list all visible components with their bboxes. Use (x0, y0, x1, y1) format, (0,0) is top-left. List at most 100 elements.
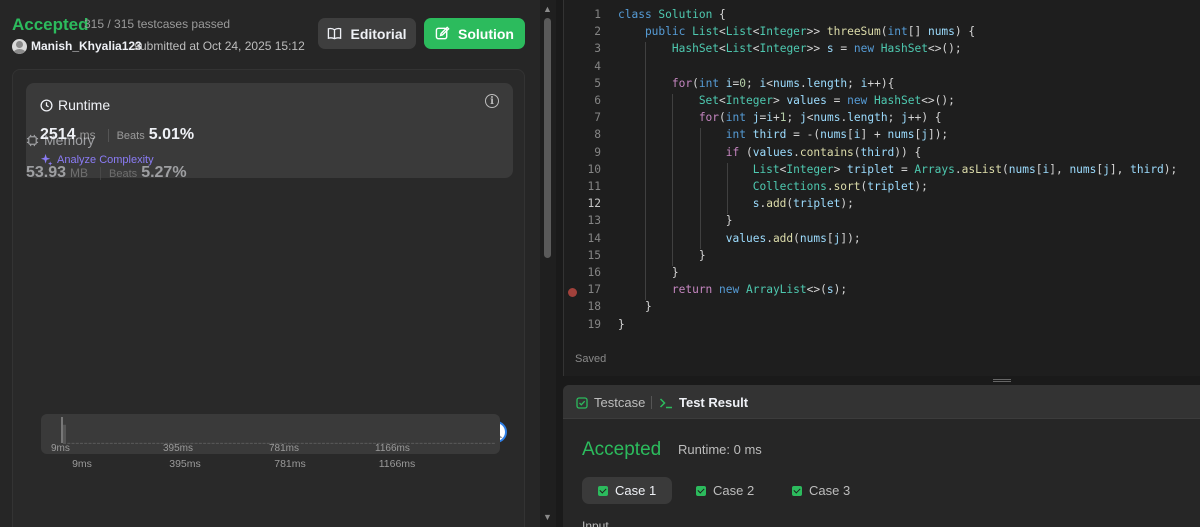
left-scrollbar[interactable]: ▲ ▼ (540, 0, 556, 527)
code-line[interactable]: 2 public List<List<Integer>> threeSum(in… (564, 25, 1200, 42)
panel-splitter[interactable] (563, 376, 1200, 385)
line-number: 2 (594, 25, 601, 39)
breakpoint-icon[interactable] (568, 288, 577, 297)
thumb-bar (347, 442, 351, 444)
tab-testcase[interactable]: Testcase (576, 395, 645, 410)
editorial-button[interactable]: Editorial (318, 18, 416, 49)
thumb-bar (432, 442, 436, 444)
slider-handle (61, 417, 63, 443)
thumb-x-tick-label: 1166ms (375, 443, 410, 454)
code-text: class Solution { (618, 8, 726, 21)
code-line[interactable]: 14 values.add(nums[j]); (564, 232, 1200, 249)
thumb-bar (423, 442, 427, 444)
code-line[interactable]: 4 (564, 60, 1200, 77)
tab-divider (651, 396, 652, 409)
scroll-down-icon[interactable]: ▼ (543, 512, 552, 522)
thumb-bar (338, 442, 342, 444)
x-tick-label: 781ms (274, 458, 306, 470)
x-tick-label: 1166ms (379, 458, 416, 470)
thumb-x-tick-label: 395ms (163, 443, 193, 454)
line-number: 19 (587, 317, 601, 331)
code-line[interactable]: 13 } (564, 214, 1200, 231)
thumb-bar (194, 442, 198, 444)
indent-guide (672, 94, 673, 266)
username-link[interactable]: Manish_Khyalia123 (31, 39, 142, 53)
thumb-bar (135, 442, 139, 444)
code-line[interactable]: 3 HashSet<List<Integer>> s = new HashSet… (564, 42, 1200, 59)
solution-button[interactable]: Solution (424, 18, 525, 49)
thumb-bar (143, 442, 147, 444)
thumb-bar (479, 442, 483, 444)
tab-testcase-label: Testcase (594, 395, 646, 410)
code-line[interactable]: 7 for(int j=i+1; j<nums.length; j++) { (564, 111, 1200, 128)
thumb-bar (309, 442, 313, 444)
code-line[interactable]: 10 List<Integer> triplet = Arrays.asList… (564, 163, 1200, 180)
chart-range-slider[interactable]: 9ms 395ms 781ms 1166ms (41, 414, 500, 454)
line-number: 1 (594, 8, 601, 21)
scrollbar-thumb[interactable] (544, 18, 551, 258)
testcases-passed: 315 / 315 testcases passed (84, 17, 231, 31)
line-number: 9 (594, 145, 601, 159)
tab-test-result-label: Test Result (679, 395, 749, 410)
case-label: Case 2 (713, 483, 755, 498)
code-line[interactable]: 1 class Solution { (564, 8, 1200, 25)
code-line[interactable]: 5 for(int i=0; i<nums.length; i++){ (564, 77, 1200, 94)
result-runtime: Runtime: 0 ms (678, 442, 762, 457)
tab-test-result[interactable]: Test Result (659, 395, 748, 410)
thumb-bar (96, 442, 101, 444)
code-text: s.add(triplet); (618, 197, 854, 211)
code-text: int third = -(nums[i] + nums[j]); (618, 128, 949, 142)
thumb-bar (466, 442, 470, 444)
check-icon (598, 485, 608, 496)
thumb-bar (211, 442, 215, 444)
thumb-bar (215, 442, 219, 444)
thumb-bar (245, 442, 249, 444)
thumb-bar (355, 442, 359, 444)
line-number: 11 (587, 180, 601, 193)
code-line[interactable]: 17 return new ArrayList<>(s); (564, 283, 1200, 300)
case-tab-3[interactable]: Case 3 (776, 477, 866, 504)
scroll-up-icon[interactable]: ▲ (543, 4, 552, 14)
submission-panel: Accepted 315 / 315 testcases passed Mani… (0, 0, 540, 527)
solution-label: Solution (458, 25, 514, 42)
code-line[interactable]: 16 } (564, 266, 1200, 283)
drag-handle-icon[interactable] (993, 379, 1011, 382)
thumb-bar (75, 442, 79, 444)
thumb-x-tick-label: 9ms (51, 443, 70, 454)
thumb-bar (224, 442, 228, 444)
line-number: 16 (587, 266, 601, 279)
thumb-bar (440, 442, 444, 444)
code-line[interactable]: 18 } (564, 300, 1200, 317)
memory-box[interactable]: Memory 53.93 MB Beats 5.27% (26, 132, 187, 182)
user-avatar[interactable] (12, 39, 27, 54)
submitted-time: submitted at Oct 24, 2025 15:12 (134, 39, 305, 53)
code-line[interactable]: 12 s.add(triplet); (564, 197, 1200, 214)
thumb-bar (419, 442, 423, 444)
thumb-bar (109, 442, 113, 444)
code-line[interactable]: 11 Collections.sort(triplet); (564, 180, 1200, 197)
memory-title-label: Memory (44, 132, 95, 148)
thumb-bar (487, 442, 491, 444)
clock-icon (40, 98, 53, 112)
thumb-bar (258, 442, 262, 444)
code-line[interactable]: 6 Set<Integer> values = new HashSet<>(); (564, 94, 1200, 111)
divider (100, 166, 102, 180)
thumb-bar (351, 442, 355, 444)
code-line[interactable]: 8 int third = -(nums[i] + nums[j]); (564, 128, 1200, 145)
info-icon[interactable]: i (485, 94, 499, 108)
case-tab-1[interactable]: Case 1 (582, 477, 673, 504)
thumb-bar (139, 442, 143, 444)
thumb-bar (462, 442, 466, 444)
thumb-bar (88, 442, 92, 444)
thumb-bar (254, 442, 258, 444)
code-line[interactable]: 9 if (values.contains(third)) { (564, 146, 1200, 163)
code-line[interactable]: 19} (564, 318, 1200, 335)
case-tab-2[interactable]: Case 2 (680, 477, 770, 504)
check-icon (696, 485, 706, 496)
thumb-bar (343, 442, 347, 444)
edit-icon (435, 26, 450, 40)
indent-guide (645, 42, 646, 301)
thumb-bar (334, 442, 338, 444)
code-line[interactable]: 15 } (564, 249, 1200, 266)
code-editor[interactable]: 1 class Solution { 2 public List<List<Inte… (563, 0, 1200, 376)
